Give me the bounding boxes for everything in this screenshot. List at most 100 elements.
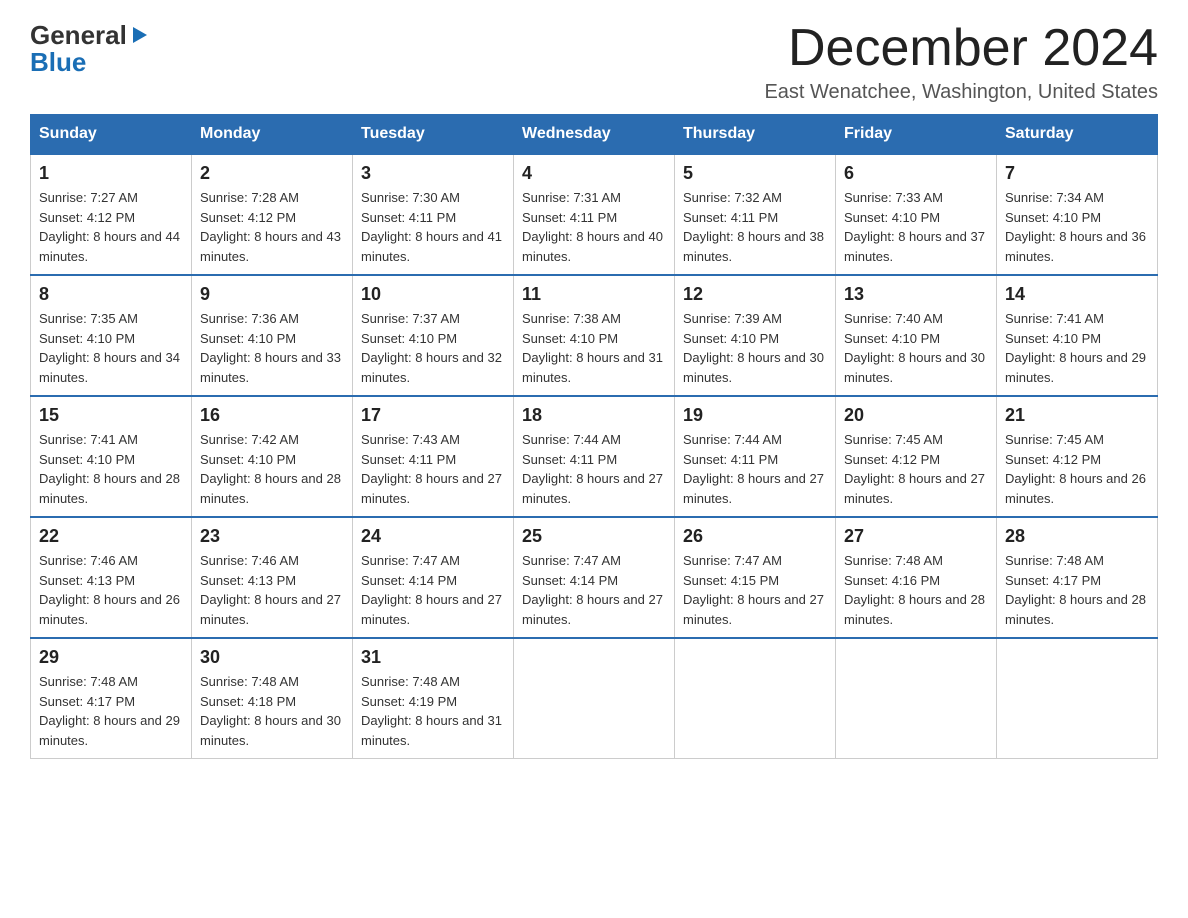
sunrise-label: Sunrise: <box>522 432 573 447</box>
logo-arrow-icon <box>129 24 151 46</box>
sunset-time: 4:16 PM <box>892 573 940 588</box>
sunrise-time: 7:44 AM <box>573 432 621 447</box>
calendar-cell-w2-d7: 14 Sunrise: 7:41 AM Sunset: 4:10 PM Dayl… <box>997 275 1158 396</box>
sunrise-time: 7:30 AM <box>412 190 460 205</box>
day-number: 23 <box>200 526 344 547</box>
day-info: Sunrise: 7:27 AM Sunset: 4:12 PM Dayligh… <box>39 188 183 266</box>
day-info: Sunrise: 7:45 AM Sunset: 4:12 PM Dayligh… <box>1005 430 1149 508</box>
calendar-cell-w2-d5: 12 Sunrise: 7:39 AM Sunset: 4:10 PM Dayl… <box>675 275 836 396</box>
sunset-label: Sunset: <box>361 573 409 588</box>
sunrise-label: Sunrise: <box>683 432 734 447</box>
sunrise-time: 7:48 AM <box>412 674 460 689</box>
daylight-label: Daylight: <box>1005 350 1059 365</box>
calendar-cell-w4-d7: 28 Sunrise: 7:48 AM Sunset: 4:17 PM Dayl… <box>997 517 1158 638</box>
sunrise-time: 7:33 AM <box>895 190 943 205</box>
sunrise-label: Sunrise: <box>39 311 90 326</box>
day-info: Sunrise: 7:48 AM Sunset: 4:19 PM Dayligh… <box>361 672 505 750</box>
calendar-cell-w1-d5: 5 Sunrise: 7:32 AM Sunset: 4:11 PM Dayli… <box>675 154 836 275</box>
day-number: 8 <box>39 284 183 305</box>
day-number: 21 <box>1005 405 1149 426</box>
sunset-time: 4:12 PM <box>1053 452 1101 467</box>
sunset-label: Sunset: <box>39 331 87 346</box>
calendar-cell-w4-d6: 27 Sunrise: 7:48 AM Sunset: 4:16 PM Dayl… <box>836 517 997 638</box>
sunrise-label: Sunrise: <box>39 553 90 568</box>
day-number: 26 <box>683 526 827 547</box>
calendar-cell-w1-d6: 6 Sunrise: 7:33 AM Sunset: 4:10 PM Dayli… <box>836 154 997 275</box>
sunset-label: Sunset: <box>1005 573 1053 588</box>
calendar-cell-w1-d7: 7 Sunrise: 7:34 AM Sunset: 4:10 PM Dayli… <box>997 154 1158 275</box>
day-number: 29 <box>39 647 183 668</box>
sunset-label: Sunset: <box>200 573 248 588</box>
sunset-label: Sunset: <box>522 452 570 467</box>
col-monday: Monday <box>192 115 353 155</box>
logo: General Blue <box>30 20 151 78</box>
sunset-label: Sunset: <box>522 573 570 588</box>
sunrise-label: Sunrise: <box>200 311 251 326</box>
calendar-cell-w4-d5: 26 Sunrise: 7:47 AM Sunset: 4:15 PM Dayl… <box>675 517 836 638</box>
sunset-time: 4:13 PM <box>87 573 135 588</box>
calendar-cell-w2-d1: 8 Sunrise: 7:35 AM Sunset: 4:10 PM Dayli… <box>31 275 192 396</box>
sunrise-time: 7:39 AM <box>734 311 782 326</box>
day-number: 15 <box>39 405 183 426</box>
sunset-time: 4:14 PM <box>409 573 457 588</box>
sunset-time: 4:10 PM <box>409 331 457 346</box>
day-info: Sunrise: 7:37 AM Sunset: 4:10 PM Dayligh… <box>361 309 505 387</box>
sunset-time: 4:17 PM <box>1053 573 1101 588</box>
day-number: 16 <box>200 405 344 426</box>
day-number: 14 <box>1005 284 1149 305</box>
calendar-table: Sunday Monday Tuesday Wednesday Thursday… <box>30 114 1158 759</box>
calendar-cell-w3-d1: 15 Sunrise: 7:41 AM Sunset: 4:10 PM Dayl… <box>31 396 192 517</box>
sunrise-time: 7:37 AM <box>412 311 460 326</box>
day-number: 24 <box>361 526 505 547</box>
sunrise-label: Sunrise: <box>200 190 251 205</box>
daylight-label: Daylight: <box>1005 229 1059 244</box>
calendar-cell-w2-d4: 11 Sunrise: 7:38 AM Sunset: 4:10 PM Dayl… <box>514 275 675 396</box>
day-number: 3 <box>361 163 505 184</box>
logo-blue: Blue <box>30 47 86 78</box>
day-info: Sunrise: 7:28 AM Sunset: 4:12 PM Dayligh… <box>200 188 344 266</box>
sunrise-time: 7:41 AM <box>1056 311 1104 326</box>
day-number: 1 <box>39 163 183 184</box>
day-info: Sunrise: 7:30 AM Sunset: 4:11 PM Dayligh… <box>361 188 505 266</box>
sunrise-label: Sunrise: <box>844 432 895 447</box>
sunrise-time: 7:38 AM <box>573 311 621 326</box>
daylight-label: Daylight: <box>1005 471 1059 486</box>
daylight-label: Daylight: <box>522 229 576 244</box>
calendar-cell-w3-d4: 18 Sunrise: 7:44 AM Sunset: 4:11 PM Dayl… <box>514 396 675 517</box>
sunset-time: 4:10 PM <box>248 331 296 346</box>
sunrise-time: 7:31 AM <box>573 190 621 205</box>
day-number: 18 <box>522 405 666 426</box>
day-number: 17 <box>361 405 505 426</box>
day-info: Sunrise: 7:48 AM Sunset: 4:16 PM Dayligh… <box>844 551 988 629</box>
sunrise-label: Sunrise: <box>200 432 251 447</box>
day-number: 12 <box>683 284 827 305</box>
sunrise-label: Sunrise: <box>1005 311 1056 326</box>
sunset-time: 4:13 PM <box>248 573 296 588</box>
day-info: Sunrise: 7:32 AM Sunset: 4:11 PM Dayligh… <box>683 188 827 266</box>
sunset-label: Sunset: <box>1005 452 1053 467</box>
calendar-cell-w5-d5 <box>675 638 836 759</box>
calendar-week-1: 1 Sunrise: 7:27 AM Sunset: 4:12 PM Dayli… <box>31 154 1158 275</box>
col-tuesday: Tuesday <box>353 115 514 155</box>
title-section: December 2024 East Wenatchee, Washington… <box>764 20 1158 104</box>
sunset-label: Sunset: <box>1005 210 1053 225</box>
calendar-cell-w1-d1: 1 Sunrise: 7:27 AM Sunset: 4:12 PM Dayli… <box>31 154 192 275</box>
calendar-week-4: 22 Sunrise: 7:46 AM Sunset: 4:13 PM Dayl… <box>31 517 1158 638</box>
sunrise-label: Sunrise: <box>1005 553 1056 568</box>
sunset-label: Sunset: <box>844 452 892 467</box>
col-thursday: Thursday <box>675 115 836 155</box>
sunrise-label: Sunrise: <box>361 432 412 447</box>
sunset-time: 4:12 PM <box>248 210 296 225</box>
calendar-cell-w3-d6: 20 Sunrise: 7:45 AM Sunset: 4:12 PM Dayl… <box>836 396 997 517</box>
sunset-label: Sunset: <box>522 210 570 225</box>
day-info: Sunrise: 7:38 AM Sunset: 4:10 PM Dayligh… <box>522 309 666 387</box>
main-title: December 2024 <box>764 20 1158 77</box>
daylight-label: Daylight: <box>844 592 898 607</box>
sunset-label: Sunset: <box>200 210 248 225</box>
day-number: 4 <box>522 163 666 184</box>
daylight-label: Daylight: <box>683 350 737 365</box>
sunrise-time: 7:47 AM <box>573 553 621 568</box>
calendar-cell-w4-d2: 23 Sunrise: 7:46 AM Sunset: 4:13 PM Dayl… <box>192 517 353 638</box>
calendar-cell-w3-d5: 19 Sunrise: 7:44 AM Sunset: 4:11 PM Dayl… <box>675 396 836 517</box>
calendar-cell-w5-d4 <box>514 638 675 759</box>
